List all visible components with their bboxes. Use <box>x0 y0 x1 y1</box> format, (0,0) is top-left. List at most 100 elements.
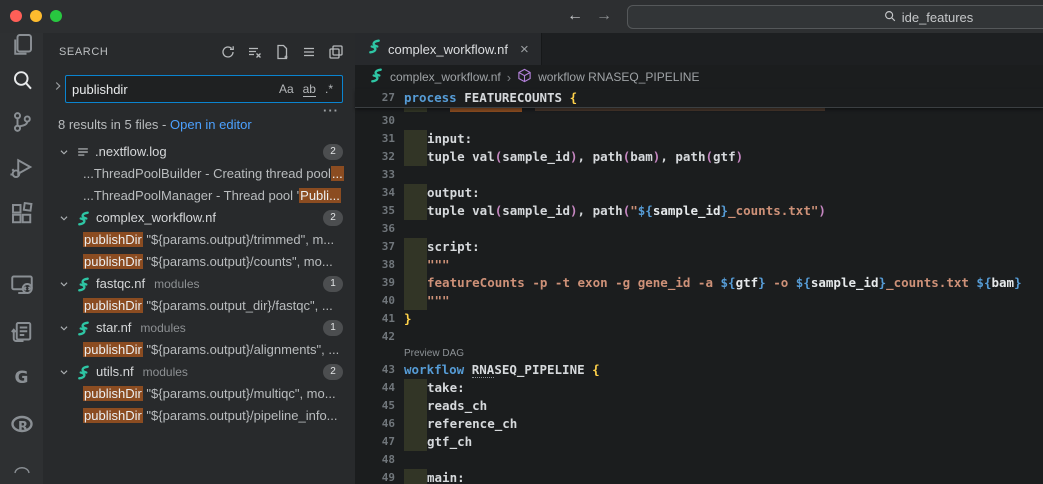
code-line[interactable]: 44take: <box>355 379 1043 397</box>
code-text: """ <box>404 256 450 274</box>
code-line[interactable]: 45 reads_ch <box>355 397 1043 415</box>
activity-item-remote-explorer[interactable] <box>0 269 43 299</box>
activity-item-r-tools[interactable]: R <box>0 410 43 440</box>
match-highlight: ... <box>331 166 344 181</box>
search-match-row[interactable]: publishDir "${params.output}/alignments"… <box>43 339 355 361</box>
breadcrumb-file[interactable]: complex_workflow.nf <box>390 70 501 84</box>
nextflow-icon <box>76 277 91 292</box>
code-line[interactable]: 49 main: <box>355 469 1043 484</box>
code-text: } <box>404 311 412 326</box>
r-logo-icon: R <box>10 415 34 435</box>
codelens-preview-dag[interactable]: Preview DAG <box>355 346 1043 361</box>
sticky-scroll-line[interactable]: 27process FEATURECOUNTS { <box>355 89 1043 108</box>
refresh-icon[interactable] <box>219 43 237 61</box>
activity-item-source-control[interactable] <box>0 107 43 137</box>
new-search-editor-icon[interactable] <box>273 43 291 61</box>
toggle-search-details-button[interactable]: ··· <box>323 103 339 118</box>
search-match-row[interactable]: publishDir "${params.output}/counts", mo… <box>43 251 355 273</box>
search-match-row[interactable]: publishDir "${params.output}/pipeline_in… <box>43 405 355 427</box>
search-icon <box>883 9 897 26</box>
maximize-window-button[interactable] <box>50 10 62 22</box>
activity-item-explorer[interactable] <box>0 29 43 59</box>
line-number: 34 <box>355 184 395 202</box>
search-match-row[interactable]: publishDir "${params.output_dir}/fastqc"… <box>43 295 355 317</box>
code-text: reads_ch <box>404 397 487 415</box>
code-line[interactable]: 47gtf_ch <box>355 433 1043 451</box>
panel-title: SEARCH <box>59 46 108 58</box>
activity-item-partial-bottom[interactable] <box>0 453 43 483</box>
nextflow-icon <box>76 365 91 380</box>
file-row[interactable]: fastqc.nfmodules1 <box>43 273 355 295</box>
chevron-down-icon <box>57 211 71 225</box>
line-number: 32 <box>355 148 395 166</box>
clear-results-icon[interactable] <box>246 43 264 61</box>
file-row[interactable]: complex_workflow.nf 2 <box>43 207 355 229</box>
line-number: 40 <box>355 292 395 310</box>
code-line[interactable]: 36 <box>355 220 1043 238</box>
code-line[interactable]: 31input: <box>355 130 1043 148</box>
command-center-text: ide_features <box>902 10 974 25</box>
file-name: complex_workflow.nf <box>96 207 216 229</box>
nextflow-icon <box>369 68 384 86</box>
line-number: 45 <box>355 397 395 415</box>
code-line[interactable]: 32tuple val(sample_id), path(bam), path(… <box>355 148 1043 166</box>
code-line[interactable]: 39featureCounts -p -t exon -g gene_id -a… <box>355 274 1043 292</box>
collapse-all-icon[interactable] <box>327 43 345 61</box>
search-match-row[interactable]: ...ThreadPoolManager - Thread pool 'Publ… <box>43 185 355 207</box>
code-text: tuple val(sample_id), path("${sample_id}… <box>404 202 826 220</box>
file-name: .nextflow.log <box>95 141 167 163</box>
search-input[interactable] <box>66 82 279 97</box>
file-description: modules <box>143 361 188 383</box>
view-as-list-icon[interactable] <box>300 43 318 61</box>
search-match-row[interactable]: ...ThreadPoolBuilder - Creating thread p… <box>43 163 355 185</box>
code-line[interactable]: 34output: <box>355 184 1043 202</box>
search-match-row[interactable]: publishDir "${params.output}/trimmed", m… <box>43 229 355 251</box>
code-line[interactable]: 37script: <box>355 238 1043 256</box>
match-highlight: publishDir <box>83 298 143 313</box>
activity-item-run-debug[interactable] <box>0 152 43 182</box>
activity-item-doc-actions[interactable] <box>0 317 43 347</box>
activity-item-search[interactable] <box>0 65 43 95</box>
whole-word-toggle[interactable]: ab <box>303 82 316 97</box>
code-line[interactable]: 41} <box>355 310 1043 328</box>
code-line[interactable]: 43workflow RNASEQ_PIPELINE { <box>355 361 1043 379</box>
minimize-window-button[interactable] <box>30 10 42 22</box>
close-window-button[interactable] <box>10 10 22 22</box>
code-line[interactable]: 30 <box>355 112 1043 130</box>
open-in-editor-link[interactable]: Open in editor <box>170 117 252 132</box>
code-line[interactable]: 48 <box>355 451 1043 469</box>
tab-complex-workflow[interactable]: complex_workflow.nf × <box>355 33 542 65</box>
line-number: 39 <box>355 274 395 292</box>
match-count-badge: 2 <box>323 210 343 226</box>
nextflow-icon <box>367 39 382 59</box>
code-line[interactable]: 35tuple val(sample_id), path("${sample_i… <box>355 202 1043 220</box>
code-line[interactable]: 33 <box>355 166 1043 184</box>
line-number: 49 <box>355 469 395 484</box>
code-line[interactable]: 40""" <box>355 292 1043 310</box>
editor-group: complex_workflow.nf × complex_workflow.n… <box>355 33 1043 484</box>
close-tab-icon[interactable]: × <box>520 41 529 58</box>
navigate-back-button[interactable]: ← <box>563 4 587 28</box>
code-line[interactable]: 42 <box>355 328 1043 346</box>
search-results-tree: .nextflow.log2...ThreadPoolBuilder - Cre… <box>43 141 355 484</box>
code-line[interactable]: 38""" <box>355 256 1043 274</box>
breadcrumb-symbol[interactable]: workflow RNASEQ_PIPELINE <box>538 70 699 84</box>
file-row[interactable]: .nextflow.log2 <box>43 141 355 163</box>
file-row[interactable]: utils.nfmodules2 <box>43 361 355 383</box>
search-match-row[interactable]: publishDir "${params.output}/multiqc", m… <box>43 383 355 405</box>
toggle-replace-chevron-icon[interactable] <box>51 79 65 98</box>
title-bar: ← → ide_features <box>0 0 1043 33</box>
activity-item-gitlens[interactable]: G <box>0 363 43 393</box>
search-icon <box>10 68 34 92</box>
match-case-toggle[interactable]: Aa <box>279 82 294 96</box>
activity-item-extensions[interactable] <box>0 199 43 229</box>
navigate-forward-button[interactable]: → <box>592 4 616 28</box>
regex-toggle[interactable]: .* <box>325 82 333 96</box>
line-number: 36 <box>355 220 395 238</box>
code-area[interactable]: 27process FEATURECOUNTS {3031input:32tup… <box>355 89 1043 484</box>
code-text: main: <box>404 469 465 484</box>
doc-sync-icon <box>10 320 34 344</box>
command-center-search[interactable]: ide_features <box>627 5 1043 29</box>
code-line[interactable]: 46reference_ch <box>355 415 1043 433</box>
file-row[interactable]: star.nfmodules1 <box>43 317 355 339</box>
